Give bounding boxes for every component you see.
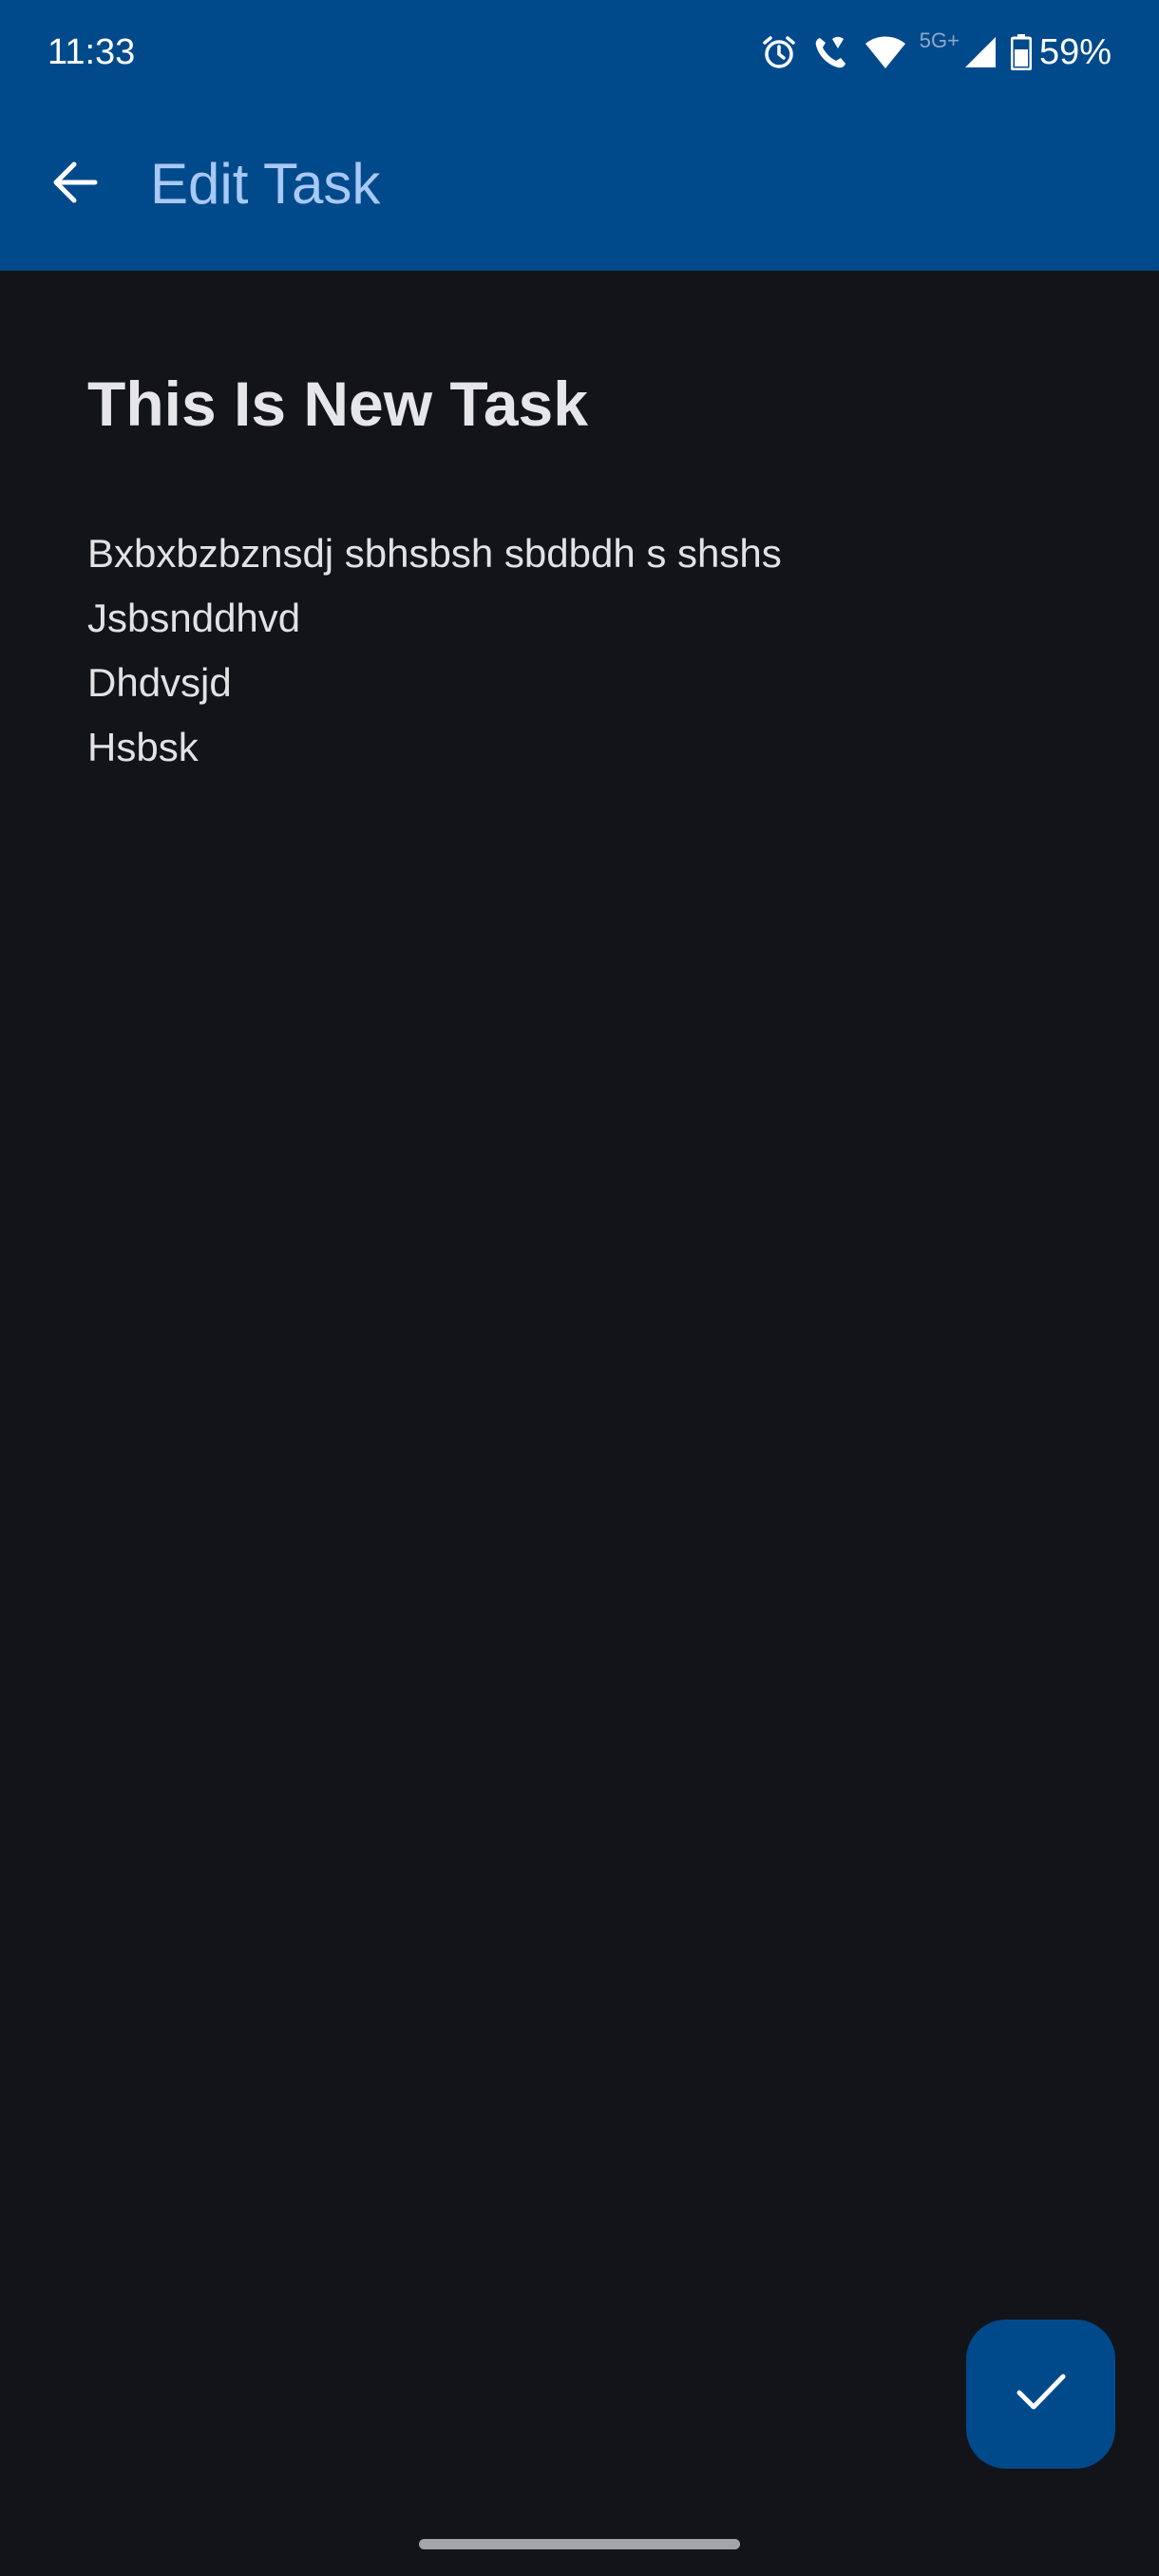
app-bar: 11:33 5G+ 59% Edit Task bbox=[0, 0, 1159, 271]
task-body-line: Dhdvsjd bbox=[87, 660, 232, 705]
home-indicator[interactable] bbox=[419, 2539, 740, 2549]
battery-icon bbox=[1010, 34, 1032, 70]
task-content: This Is New Task Bxbxbzbznsdj sbhsbsh sb… bbox=[87, 271, 1075, 780]
signal-icon bbox=[963, 35, 998, 69]
task-body-line: Bxbxbzbznsdj sbhsbsh sbdbdh s shshs bbox=[87, 531, 782, 576]
task-title[interactable]: This Is New Task bbox=[87, 366, 1075, 442]
status-time: 11:33 bbox=[48, 32, 136, 72]
check-icon bbox=[1015, 2371, 1068, 2417]
screen-title: Edit Task bbox=[150, 152, 381, 216]
wifi-icon bbox=[864, 34, 906, 70]
task-body[interactable]: Bxbxbzbznsdj sbhsbsh sbdbdh s shshs Jsbs… bbox=[87, 521, 1075, 780]
status-icons: 5G+ 59% bbox=[760, 27, 1112, 78]
arrow-back-icon bbox=[51, 161, 99, 209]
battery-percent: 59% bbox=[1038, 31, 1112, 72]
task-body-line: Hsbsk bbox=[87, 725, 199, 769]
task-body-line: Jsbsnddhvd bbox=[87, 596, 301, 640]
wifi-call-icon bbox=[811, 32, 851, 72]
network-type-label: 5G+ bbox=[919, 28, 960, 52]
alarm-icon bbox=[760, 33, 798, 71]
back-button[interactable] bbox=[38, 147, 112, 221]
save-button[interactable] bbox=[966, 2320, 1115, 2469]
status-bar: 11:33 5G+ 59% bbox=[0, 0, 1159, 104]
